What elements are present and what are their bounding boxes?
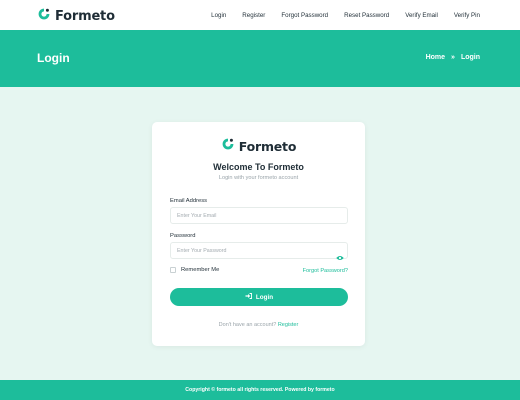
login-button[interactable]: Login: [170, 288, 348, 306]
register-prompt: Don't have an account? Register: [152, 322, 365, 328]
login-card: Formeto Welcome To Formeto Login with yo…: [152, 122, 365, 346]
page-title: Login: [37, 51, 70, 65]
breadcrumb-current: Login: [460, 54, 480, 61]
breadcrumb-separator-icon: »: [451, 54, 455, 61]
email-field[interactable]: [170, 207, 348, 224]
welcome-subtitle: Login with your formeto account: [218, 175, 299, 181]
password-label: Password: [170, 233, 196, 239]
nav-forgot-password[interactable]: Forgot Password: [281, 12, 328, 19]
page-footer: Copyright © formeto all rights reserved.…: [0, 380, 520, 400]
main-nav: Login Register Forgot Password Reset Pas…: [211, 0, 480, 30]
brand-name: Formeto: [55, 9, 115, 24]
logo-icon: [37, 7, 51, 26]
forgot-password-link[interactable]: Forgot Password?: [303, 268, 348, 274]
email-label: Email Address: [170, 198, 208, 204]
nav-verify-email[interactable]: Verify Email: [405, 12, 438, 19]
remember-me[interactable]: Remember Me: [170, 267, 219, 273]
page-banner: Login Home » Login: [0, 30, 520, 87]
register-prompt-text: Don't have an account?: [218, 322, 277, 328]
nav-verify-pin[interactable]: Verify Pin: [454, 12, 480, 19]
brand-logo[interactable]: Formeto: [37, 7, 115, 26]
nav-reset-password[interactable]: Reset Password: [344, 12, 389, 19]
footer-copyright: Copyright © formeto all rights reserved.…: [185, 387, 335, 393]
nav-login[interactable]: Login: [211, 12, 226, 19]
login-button-label: Login: [255, 293, 274, 301]
breadcrumb-home[interactable]: Home: [426, 54, 445, 61]
eye-icon[interactable]: [336, 248, 344, 266]
sign-in-icon: [245, 293, 252, 301]
remember-label: Remember Me: [181, 267, 220, 273]
nav-register[interactable]: Register: [242, 12, 265, 19]
card-brand-logo: Formeto: [152, 137, 365, 156]
logo-icon: [221, 137, 235, 156]
card-brand-name: Formeto: [238, 139, 297, 154]
remember-checkbox[interactable]: [170, 267, 176, 273]
top-navbar: Formeto Login Register Forgot Password R…: [0, 0, 520, 30]
welcome-heading: Welcome To Formeto: [213, 162, 304, 172]
register-link[interactable]: Register: [278, 322, 298, 328]
password-field[interactable]: [170, 242, 348, 259]
breadcrumb: Home » Login: [426, 54, 480, 61]
